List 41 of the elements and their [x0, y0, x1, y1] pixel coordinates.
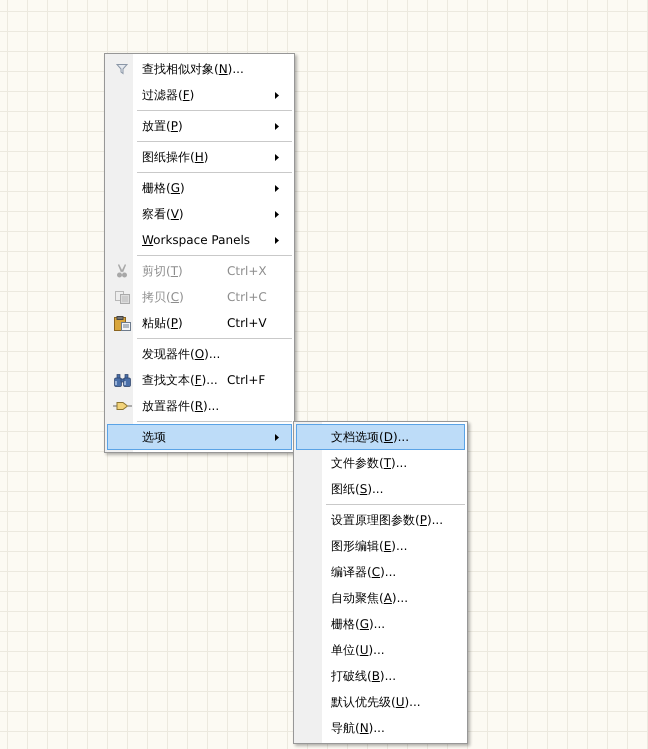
menu-item[interactable]: 自动聚焦(A)...: [296, 585, 465, 611]
menu-item[interactable]: 发现器件(O)...: [107, 341, 292, 367]
submenu-arrow-icon: [275, 123, 279, 130]
menu-item[interactable]: 栅格(G): [107, 175, 292, 201]
menu-item[interactable]: 图形编辑(E)...: [296, 533, 465, 559]
menu-item[interactable]: 选项: [107, 424, 292, 450]
menu-item[interactable]: 粘贴(P) Ctrl+V: [107, 310, 292, 336]
menu-item[interactable]: Workspace Panels: [107, 227, 292, 253]
plug-icon: [112, 401, 132, 411]
menu-item[interactable]: 设置原理图参数(P)...: [296, 507, 465, 533]
menu-item[interactable]: 图纸(S)...: [296, 476, 465, 502]
menu-item[interactable]: 单位(U)...: [296, 637, 465, 663]
copy-icon: [114, 290, 130, 304]
shortcut-label: Ctrl+X: [227, 264, 267, 278]
menu-item[interactable]: 文档选项(D)...: [296, 424, 465, 450]
submenu-arrow-icon: [275, 154, 279, 161]
menu-item[interactable]: 文件参数(T)...: [296, 450, 465, 476]
menu-item[interactable]: 导航(N)...: [296, 715, 465, 741]
submenu-arrow-icon: [275, 211, 279, 218]
filter-icon: [116, 63, 128, 75]
menu-item[interactable]: 栅格(G)...: [296, 611, 465, 637]
scissors-icon: [116, 264, 128, 278]
menu-item[interactable]: 图纸操作(H): [107, 144, 292, 170]
menu-item[interactable]: 放置器件(R)...: [107, 393, 292, 419]
menu-item[interactable]: 查找相似对象(N)...: [107, 56, 292, 82]
paste-icon: [114, 316, 130, 330]
menu-item[interactable]: 打破线(B)...: [296, 663, 465, 689]
submenu-arrow-icon: [275, 434, 279, 441]
menu-item[interactable]: 查找文本(F)... Ctrl+F: [107, 367, 292, 393]
submenu-arrow-icon: [275, 92, 279, 99]
submenu-arrow-icon: [275, 185, 279, 192]
menu-item[interactable]: 编译器(C)...: [296, 559, 465, 585]
binoculars-icon: [114, 374, 130, 386]
menu-item[interactable]: 默认优先级(U)...: [296, 689, 465, 715]
shortcut-label: Ctrl+V: [227, 316, 267, 330]
shortcut-label: Ctrl+C: [227, 290, 267, 304]
submenu-arrow-icon: [275, 237, 279, 244]
menu-item[interactable]: 察看(V): [107, 201, 292, 227]
menu-item[interactable]: 放置(P): [107, 113, 292, 139]
shortcut-label: Ctrl+F: [227, 373, 266, 387]
menu-item[interactable]: 过滤器(F): [107, 82, 292, 108]
